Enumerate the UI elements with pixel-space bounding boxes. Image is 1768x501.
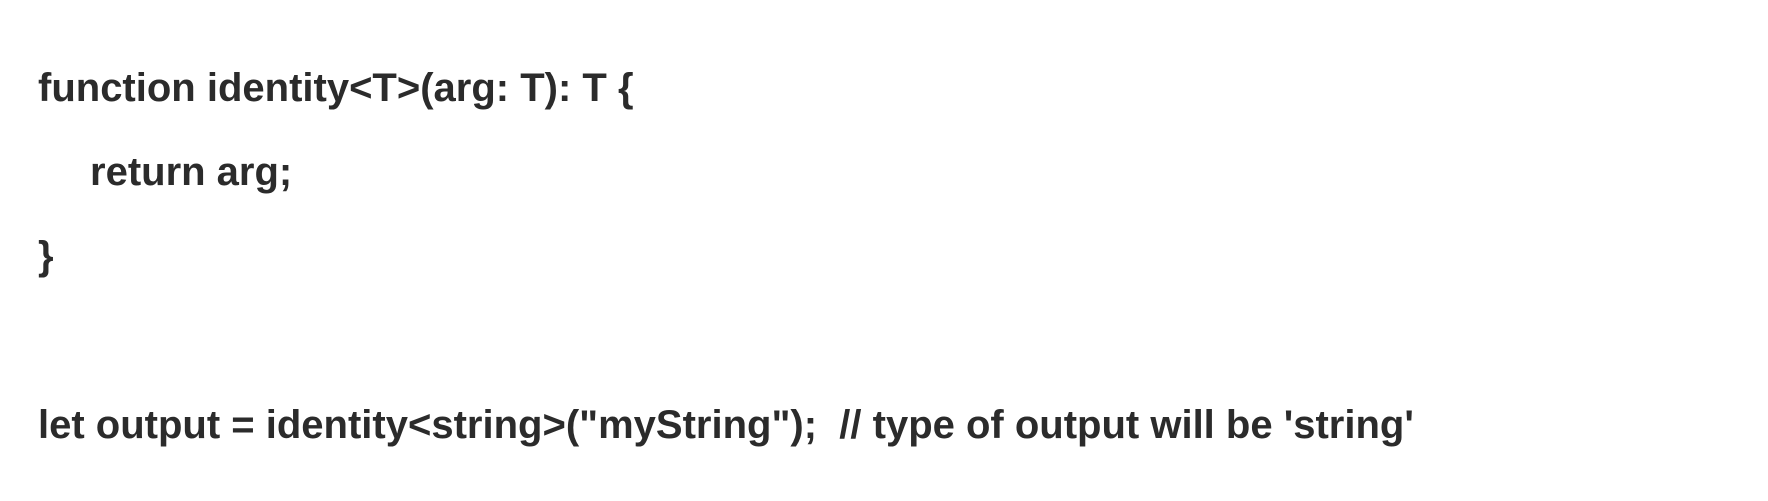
code-line-return-statement: return arg;	[90, 150, 293, 194]
code-line-function-declaration: function identity<T>(arg: T): T {	[38, 66, 634, 110]
code-snippet: function identity<T>(arg: T): T { return…	[38, 0, 1768, 501]
code-line-output-assignment: let output = identity<string>("myString"…	[38, 403, 1414, 447]
code-line-closing-brace: }	[38, 234, 54, 278]
